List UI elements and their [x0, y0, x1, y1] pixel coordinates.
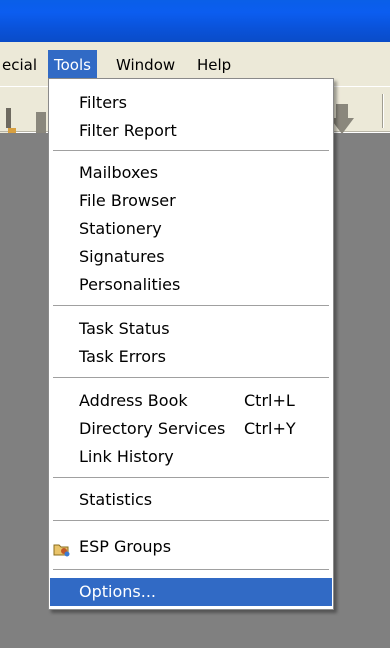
folder-group-icon — [53, 539, 71, 557]
menu-special[interactable]: ecial — [0, 50, 43, 80]
menu-item-stationery[interactable]: Stationery — [50, 215, 332, 243]
menu-window[interactable]: Window — [110, 50, 181, 80]
menu-separator — [53, 305, 329, 307]
menu-separator — [53, 569, 329, 571]
menu-item-esp-groups[interactable]: ESP Groups — [50, 533, 332, 561]
shortcut-label: Ctrl+Y — [244, 419, 296, 438]
menu-item-label: Address Book — [79, 391, 188, 410]
window-titlebar[interactable] — [0, 0, 390, 42]
menu-item-label: Directory Services — [79, 419, 226, 438]
menu-item-mailboxes[interactable]: Mailboxes — [50, 159, 332, 187]
menu-separator — [53, 520, 329, 522]
menu-item-filter-report[interactable]: Filter Report — [50, 117, 332, 145]
menu-separator — [53, 150, 329, 152]
menu-item-address-book[interactable]: Address Book Ctrl+L — [50, 387, 332, 415]
menu-item-statistics[interactable]: Statistics — [50, 486, 332, 514]
menu-item-task-status[interactable]: Task Status — [50, 315, 332, 343]
menu-item-task-errors[interactable]: Task Errors — [50, 343, 332, 371]
menu-item-file-browser[interactable]: File Browser — [50, 187, 332, 215]
toolbar-separator — [382, 94, 384, 128]
menu-help[interactable]: Help — [191, 50, 237, 80]
menu-tools[interactable]: Tools — [48, 50, 97, 80]
menu-item-link-history[interactable]: Link History — [50, 443, 332, 471]
menu-item-label: ESP Groups — [79, 537, 172, 556]
menu-separator — [53, 477, 329, 479]
menu-item-options[interactable]: Options... — [50, 578, 332, 606]
shortcut-label: Ctrl+L — [244, 391, 295, 410]
menu-item-directory-services[interactable]: Directory Services Ctrl+Y — [50, 415, 332, 443]
menu-item-signatures[interactable]: Signatures — [50, 243, 332, 271]
menu-item-personalities[interactable]: Personalities — [50, 271, 332, 299]
menu-separator — [53, 377, 329, 379]
tools-menu: Filters Filter Report Mailboxes File Bro… — [48, 78, 334, 610]
menu-item-filters[interactable]: Filters — [50, 89, 332, 117]
